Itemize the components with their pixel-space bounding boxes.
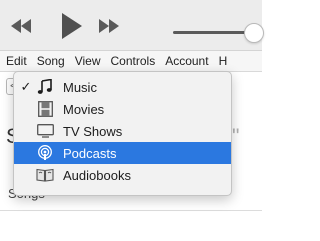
menu-item-tv-shows[interactable]: TV Shows — [14, 120, 231, 142]
menu-item-audiobooks[interactable]: Audiobooks — [14, 164, 231, 186]
media-kind-menu: ✓ Music Movies TV Shows Podcasts Audiobo… — [13, 71, 232, 196]
menu-edit[interactable]: Edit — [0, 54, 32, 68]
section-divider — [0, 210, 262, 211]
audiobook-icon — [36, 166, 54, 184]
volume-slider-thumb[interactable] — [244, 23, 264, 43]
menu-controls[interactable]: Controls — [106, 54, 161, 68]
menu-item-label: Movies — [63, 101, 105, 117]
rewind-icon[interactable] — [10, 16, 32, 36]
volume-slider-track[interactable] — [173, 31, 253, 34]
checkmark-icon: ✓ — [20, 79, 32, 94]
podcast-icon — [36, 144, 54, 162]
menu-item-label: Audiobooks — [63, 167, 131, 183]
music-note-icon — [36, 78, 54, 96]
film-icon — [36, 100, 54, 118]
menu-view[interactable]: View — [70, 54, 106, 68]
menu-account[interactable]: Account — [160, 54, 213, 68]
menu-item-label: Podcasts — [63, 145, 117, 161]
menu-item-label: TV Shows — [63, 123, 123, 139]
page-title-tail: " — [232, 125, 240, 148]
play-icon[interactable] — [61, 12, 83, 40]
player-toolbar — [0, 0, 264, 50]
menu-item-label: Music — [63, 79, 97, 95]
tv-icon — [36, 122, 54, 140]
fast-forward-icon[interactable] — [98, 16, 120, 36]
menu-item-movies[interactable]: Movies — [14, 98, 231, 120]
menu-song[interactable]: Song — [32, 54, 70, 68]
menu-bar: Edit Song View Controls Account H — [0, 50, 262, 72]
menu-item-podcasts[interactable]: Podcasts — [14, 142, 231, 164]
menu-item-music[interactable]: ✓ Music — [14, 76, 231, 98]
menu-help[interactable]: H — [214, 54, 233, 68]
